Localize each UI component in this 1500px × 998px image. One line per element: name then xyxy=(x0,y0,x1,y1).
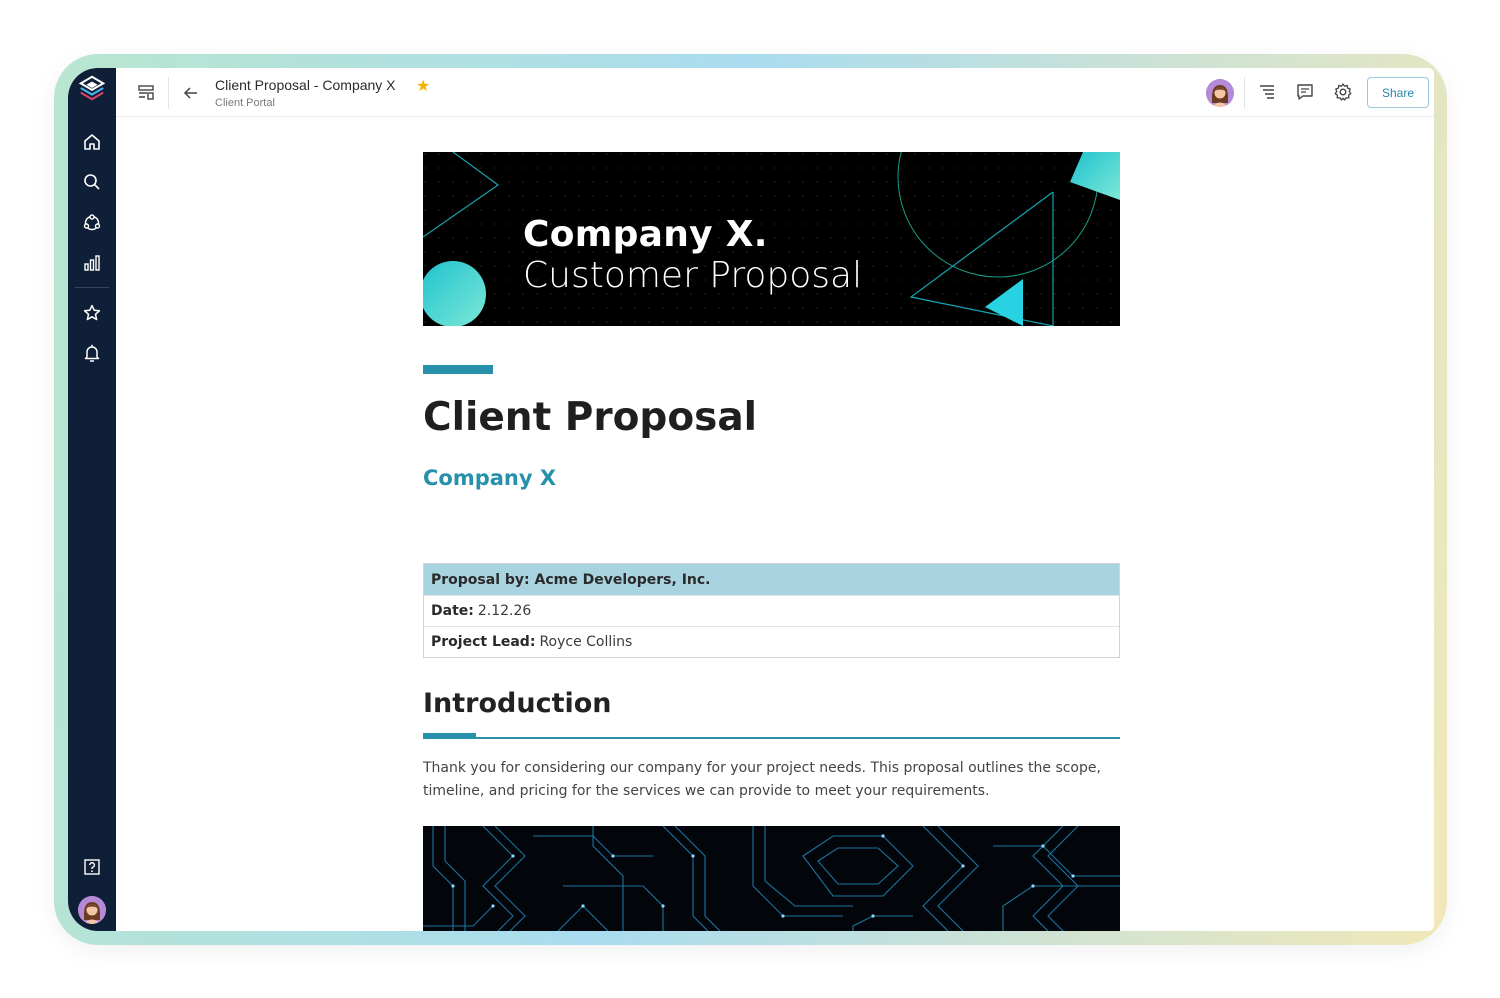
spaces-icon[interactable] xyxy=(78,209,106,237)
intro-accent-bar xyxy=(423,733,476,738)
header-divider xyxy=(168,77,169,109)
star-icon[interactable] xyxy=(78,299,106,327)
analytics-icon[interactable] xyxy=(78,249,106,277)
circuit-graphic xyxy=(423,826,1120,931)
intro-heading[interactable]: Introduction xyxy=(423,688,612,719)
comments-icon[interactable] xyxy=(1294,81,1316,103)
settings-gear-icon[interactable] xyxy=(1332,81,1354,103)
document-title[interactable]: Client Proposal - Company X xyxy=(215,77,396,93)
header-divider xyxy=(1244,77,1245,109)
project-lead-label: Project Lead: xyxy=(431,634,536,650)
table-row-proposal[interactable]: Proposal by: Acme Developers, Inc. xyxy=(424,564,1119,595)
project-lead-value: Royce Collins xyxy=(539,634,633,650)
circuit-image xyxy=(423,826,1120,931)
sidebar xyxy=(68,68,116,931)
intro-paragraph[interactable]: Thank you for considering our company fo… xyxy=(423,757,1120,803)
app-window: Client Proposal - Company X ★ Client Por… xyxy=(68,68,1434,931)
top-header: Client Proposal - Company X ★ Client Por… xyxy=(116,68,1434,117)
company-subtitle[interactable]: Company X xyxy=(423,466,556,490)
home-icon[interactable] xyxy=(78,128,106,156)
cover-banner: Company X. Customer Proposal xyxy=(423,152,1120,326)
help-icon[interactable] xyxy=(78,853,106,881)
share-button[interactable]: Share xyxy=(1367,77,1429,108)
document-canvas: Company X. Customer Proposal Client Prop… xyxy=(116,118,1434,931)
banner-heading: Company X. xyxy=(523,214,768,255)
back-arrow-icon[interactable] xyxy=(180,82,202,104)
collaborator-avatar[interactable] xyxy=(1206,79,1234,107)
title-accent-bar xyxy=(423,365,493,374)
user-avatar[interactable] xyxy=(78,896,106,924)
document-body: Company X. Customer Proposal Client Prop… xyxy=(423,152,1120,931)
bell-icon[interactable] xyxy=(78,339,106,367)
app-logo-icon[interactable] xyxy=(78,74,106,102)
outline-icon[interactable] xyxy=(1256,81,1278,103)
page-title[interactable]: Client Proposal xyxy=(423,395,757,440)
sidebar-toggle-icon[interactable] xyxy=(135,82,157,104)
banner-subheading: Customer Proposal xyxy=(523,255,863,296)
search-icon[interactable] xyxy=(78,168,106,196)
breadcrumb-space[interactable]: Client Portal xyxy=(215,97,275,109)
proposal-info-table[interactable]: Proposal by: Acme Developers, Inc. Date:… xyxy=(423,563,1120,658)
favorite-star-icon[interactable]: ★ xyxy=(416,76,430,96)
table-row-date[interactable]: Date: 2.12.26 xyxy=(424,595,1119,626)
date-label: Date: xyxy=(431,603,474,619)
table-row-lead[interactable]: Project Lead: Royce Collins xyxy=(424,626,1119,657)
sidebar-divider xyxy=(75,287,109,288)
date-value: 2.12.26 xyxy=(477,603,532,619)
proposal-by-label: Proposal by: Acme Developers, Inc. xyxy=(431,571,711,588)
intro-divider xyxy=(423,737,1120,739)
